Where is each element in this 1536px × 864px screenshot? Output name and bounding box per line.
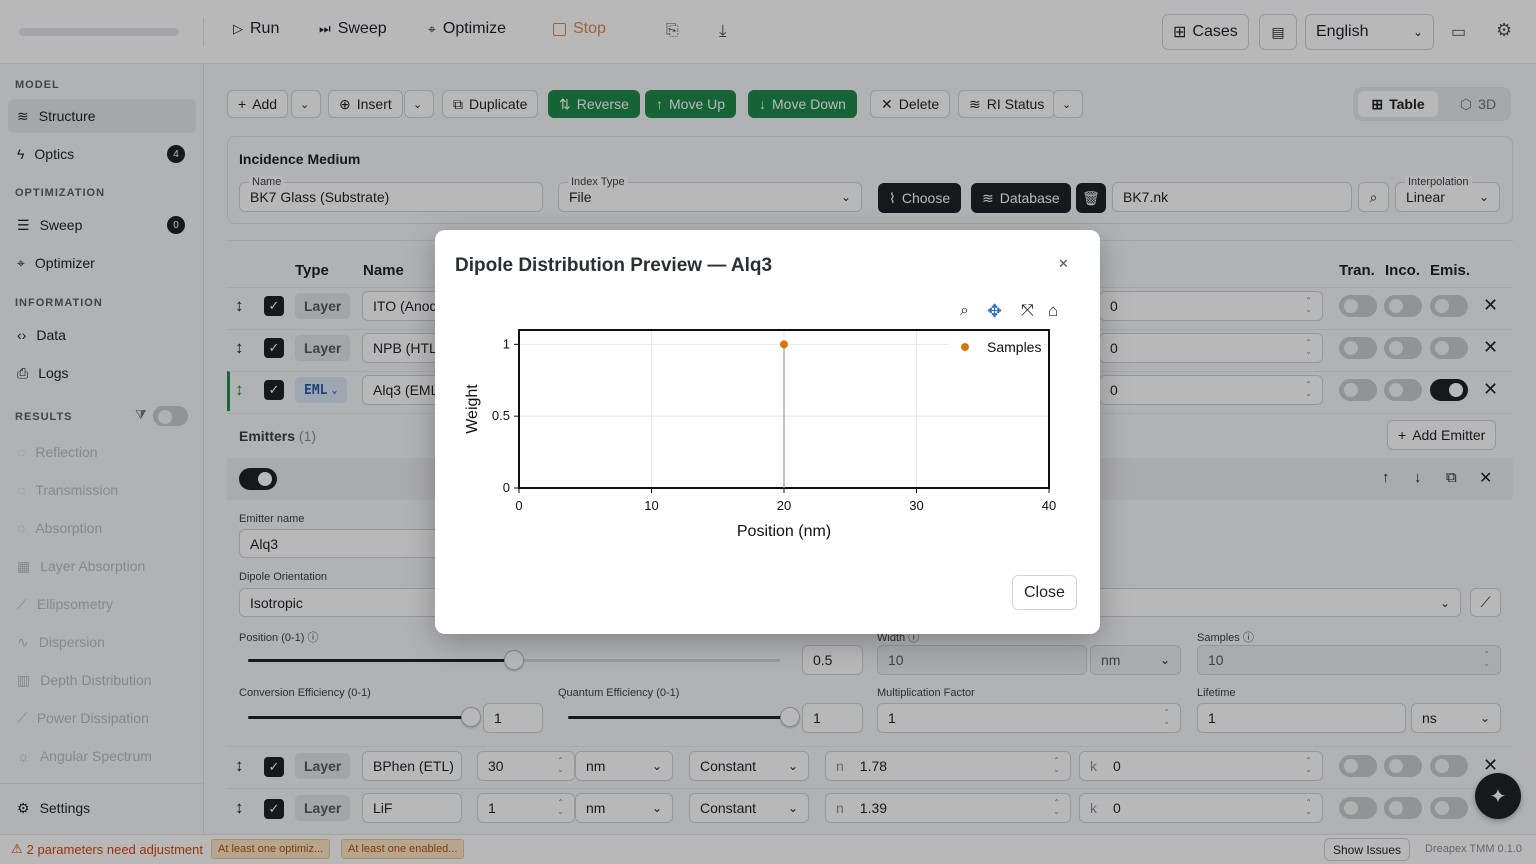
- x-tick-label: 10: [644, 498, 658, 513]
- dipole-preview-dialog: Dipole Distribution Preview — Alq3 ✕ ⌕ ✥…: [435, 230, 1100, 634]
- dialog-close-button[interactable]: Close: [1012, 575, 1077, 610]
- y-tick-label: 0.5: [492, 408, 510, 423]
- y-tick-label: 1: [503, 336, 510, 351]
- x-axis-label: Position (nm): [737, 523, 831, 540]
- x-tick-label: 0: [515, 498, 522, 513]
- dialog-close-label: Close: [1024, 583, 1065, 601]
- x-tick-label: 20: [777, 498, 791, 513]
- y-axis-label: Weight: [464, 384, 481, 434]
- legend-label: Samples: [987, 339, 1041, 355]
- dialog-close-icon[interactable]: ✕: [1058, 256, 1069, 272]
- y-tick-label: 0: [503, 480, 510, 495]
- sample-point: [780, 340, 788, 349]
- x-tick-label: 30: [909, 498, 923, 513]
- dialog-title: Dipole Distribution Preview — Alq3: [455, 255, 773, 276]
- legend-marker: [961, 343, 969, 351]
- dipole-distribution-chart: 0 10 20 30 40 0 0.5 1 Position (nm) Weight Samples: [464, 329, 1056, 540]
- x-tick-label: 40: [1042, 498, 1056, 513]
